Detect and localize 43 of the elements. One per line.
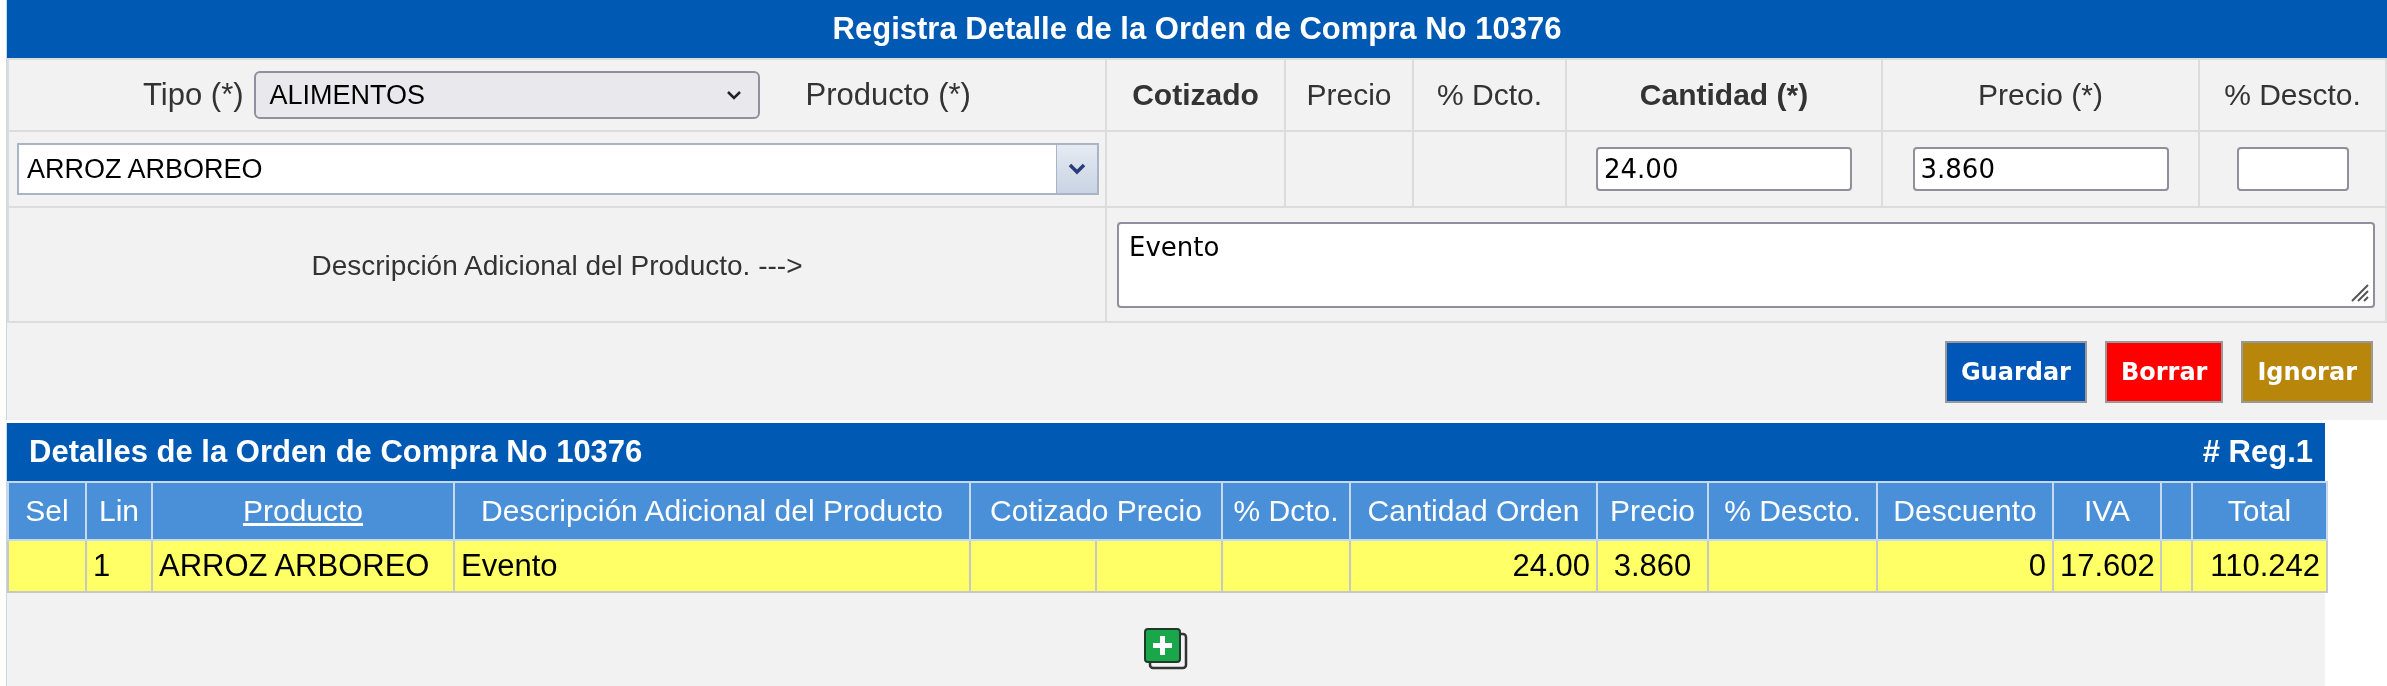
column-header: Precio (*)	[1978, 78, 2103, 111]
tipo-select[interactable]: ALIMENTOS	[253, 71, 760, 119]
table-cell: 1	[93, 548, 111, 583]
table-cell: Evento	[461, 548, 558, 583]
column-header: % Descto.	[1708, 482, 1877, 540]
column-header: Cotizado	[1132, 78, 1259, 111]
record-count: # Reg.1	[2202, 434, 2313, 470]
action-button[interactable]: Guardar	[1944, 341, 2087, 403]
column-header: % Dcto.	[1437, 78, 1542, 111]
tipo-label: Tipo (*)	[143, 77, 244, 113]
details-title: Detalles de la Orden de Compra No 10376	[29, 434, 643, 470]
precio-field[interactable]: 3.860	[1912, 147, 2169, 191]
table-row[interactable]: 1 ARROZ ARBOREO Evento 24.00 3.860 0 17.602 110.242	[8, 540, 2327, 592]
chevron-down-icon	[725, 90, 742, 100]
chevron-down-icon	[1067, 163, 1087, 175]
column-header: Descuento	[1877, 482, 2053, 540]
table-cell: ARROZ ARBOREO	[159, 548, 430, 583]
column-header: Precio	[1597, 482, 1708, 540]
column-header: Precio	[1306, 78, 1392, 111]
column-header: Lin	[86, 482, 152, 540]
descripcion-field[interactable]: Evento	[1117, 221, 2375, 308]
table-cell: 0	[2028, 548, 2046, 583]
table-cell: 24.00	[1512, 548, 1590, 583]
producto-label: Producto (*)	[805, 77, 971, 113]
descripcion-label: Descripción Adicional del Producto. --->	[311, 249, 803, 281]
producto-select[interactable]: ARROZ ARBOREO	[17, 143, 1099, 195]
cantidad-field[interactable]: 24.00	[1596, 147, 1852, 191]
action-button[interactable]: Borrar	[2104, 341, 2224, 403]
column-header: % Dcto.	[1222, 482, 1350, 540]
column-header: Cantidad Orden	[1350, 482, 1597, 540]
column-header: Sel	[8, 482, 86, 540]
column-header: % Descto.	[2224, 78, 2361, 111]
form-title: Registra Detalle de la Orden de Compra No 10376	[7, 0, 2387, 58]
column-header: Total	[2192, 482, 2327, 540]
table-cell: 17.602	[2060, 548, 2155, 583]
add-icon[interactable]	[1143, 627, 1189, 671]
column-header: IVA	[2053, 482, 2161, 540]
column-header: Cotizado Precio	[970, 482, 1222, 540]
column-header: Cantidad (*)	[1639, 78, 1809, 111]
table-cell: 3.860	[1613, 548, 1692, 583]
descuento-field[interactable]	[2236, 147, 2349, 191]
table-cell: 110.242	[2210, 548, 2320, 583]
column-header: Descripción Adicional del Producto	[454, 482, 970, 540]
